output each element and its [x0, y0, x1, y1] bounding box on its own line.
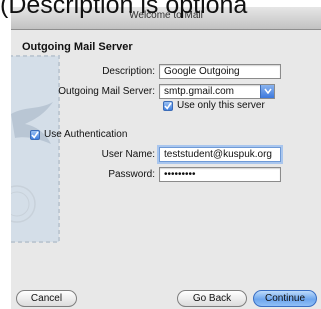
use-authentication-checkbox[interactable] — [30, 129, 40, 140]
mail-setup-window: Outgoing Mail Server Description: Google… — [11, 29, 321, 309]
section-title: Outgoing Mail Server — [22, 41, 133, 53]
use-only-server-label: Use only this server — [177, 100, 265, 111]
checkmark-icon — [164, 102, 172, 110]
outgoing-server-value: smtp.gmail.com — [164, 86, 235, 97]
form-content: Outgoing Mail Server Description: Google… — [11, 29, 321, 309]
password-field[interactable]: ••••••••• — [159, 167, 281, 182]
cancel-button[interactable]: Cancel — [16, 290, 77, 307]
use-authentication-label: Use Authentication — [44, 129, 128, 140]
checkmark-icon — [31, 131, 39, 139]
description-field[interactable]: Google Outgoing — [159, 64, 281, 79]
password-label: Password: — [108, 169, 155, 180]
outgoing-server-label: Outgoing Mail Server: — [58, 86, 155, 97]
user-name-label: User Name: — [101, 149, 155, 160]
description-label: Description: — [102, 66, 155, 77]
go-back-button[interactable]: Go Back — [177, 290, 247, 307]
user-name-field[interactable]: teststudent@kuspuk.org — [159, 147, 281, 162]
chevron-down-icon — [264, 88, 272, 94]
outgoing-server-select[interactable]: smtp.gmail.com — [159, 84, 275, 99]
continue-button[interactable]: Continue — [253, 290, 317, 307]
use-authentication-row[interactable]: Use Authentication — [30, 129, 127, 140]
use-only-server-checkbox[interactable] — [163, 100, 173, 111]
select-arrow-button[interactable] — [260, 85, 274, 98]
use-only-server-row[interactable]: Use only this server — [163, 100, 265, 111]
overlay-caption: (Description is optiona — [0, 0, 248, 19]
